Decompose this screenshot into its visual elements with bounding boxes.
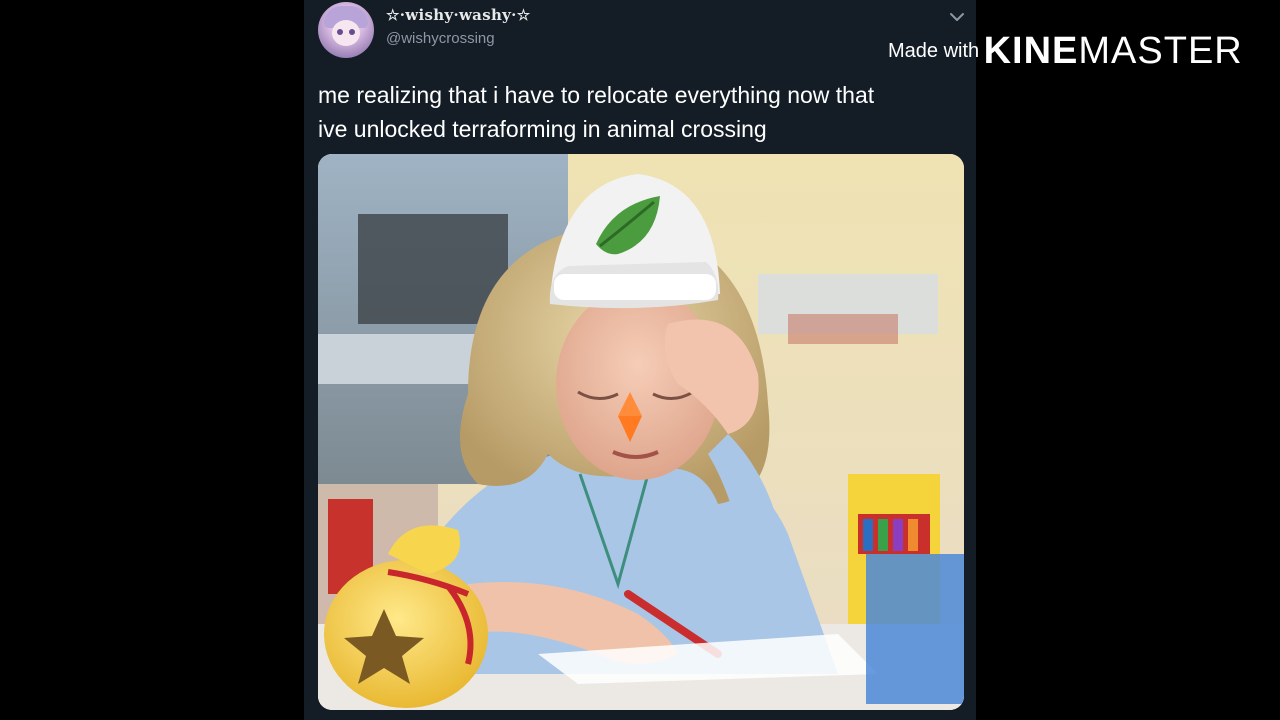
user-handle[interactable]: @wishycrossing [386,30,495,47]
video-frame: ☆·wishy·washy·☆ @wishycrossing me realiz… [0,0,1280,720]
display-name[interactable]: ☆·wishy·washy·☆ [386,6,530,24]
watermark-made-with: Made with [888,40,980,62]
tweet-text: me realizing that i have to relocate eve… [318,78,968,146]
watermark-brand-light: MASTER [1078,30,1243,72]
tweet-text-line-1: me realizing that i have to relocate eve… [318,82,875,108]
chevron-down-icon[interactable] [948,10,966,24]
tweet-text-line-2: ive unlocked terraforming in animal cros… [318,116,767,142]
crying-girl-photo [318,154,964,710]
tweet-card: ☆·wishy·washy·☆ @wishycrossing me realiz… [304,0,976,720]
avatar-eye-left [337,29,343,35]
avatar[interactable] [318,2,374,58]
avatar-eye-right [349,29,355,35]
tweet-media-image[interactable] [318,154,964,710]
kinemaster-watermark: Made with KINEMASTER [888,30,1243,73]
watermark-brand-bold: KINE [983,30,1079,72]
